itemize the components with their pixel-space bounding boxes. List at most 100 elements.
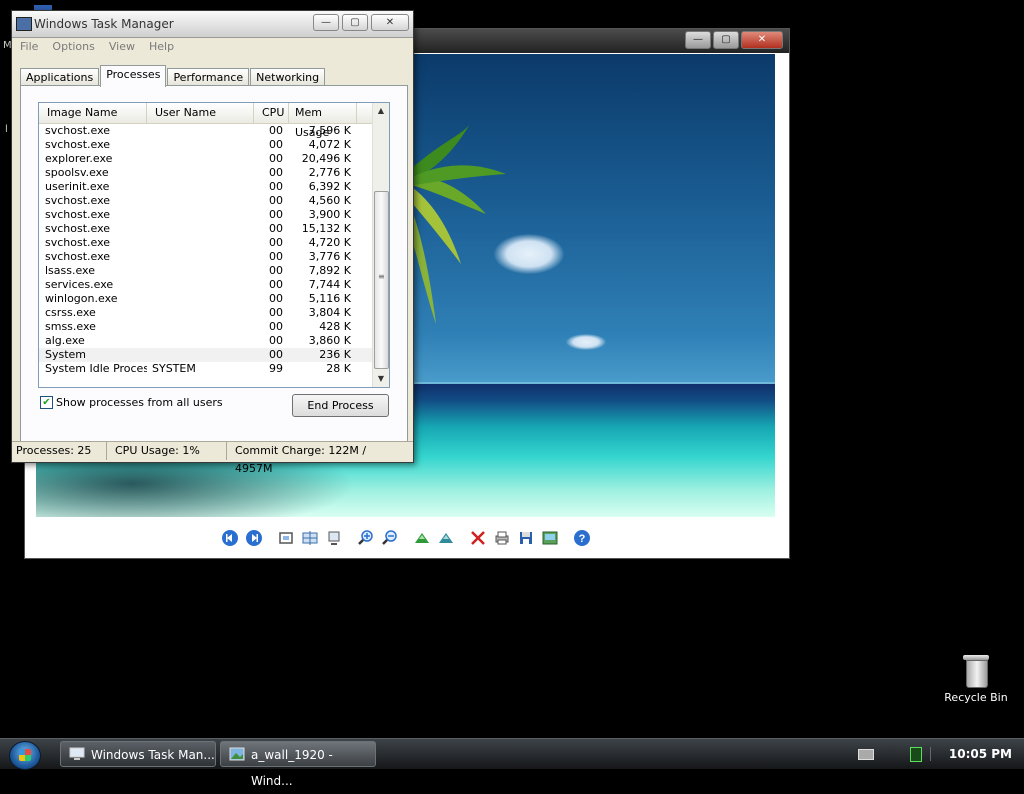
process-image-name: System Idle Process	[45, 362, 147, 375]
process-mem-usage: 6,392 K	[308, 180, 351, 193]
process-user-name: SYSTEM	[152, 362, 196, 375]
minimize-button[interactable]: —	[685, 31, 711, 49]
keyboard-icon[interactable]	[857, 748, 874, 760]
table-row[interactable]: explorer.exe 00 20,496 K	[39, 152, 372, 166]
table-row[interactable]: services.exe 00 7,744 K	[39, 278, 372, 292]
scroll-thumb[interactable]: ≡	[374, 191, 389, 369]
system-tray: 10:05 PM	[857, 741, 1024, 767]
process-user-name	[147, 138, 254, 152]
actual-size-icon[interactable]	[277, 529, 295, 547]
process-image-name: spoolsv.exe	[45, 166, 109, 179]
scroll-down-arrow[interactable]: ▼	[373, 371, 389, 387]
table-row[interactable]: svchost.exe 00 4,072 K	[39, 138, 372, 152]
process-image-name: csrss.exe	[45, 306, 96, 319]
table-row[interactable]: svchost.exe 00 7,596 K	[39, 124, 372, 138]
process-image-name: svchost.exe	[45, 236, 111, 249]
process-list[interactable]: Image Name User Name CPU Mem Usage svcho…	[38, 102, 390, 388]
menu-options[interactable]: Options	[52, 38, 94, 56]
rotate-cw-icon[interactable]	[413, 529, 431, 547]
task-manager-titlebar[interactable]: Windows Task Manager — ▢ ✕	[12, 11, 413, 38]
print-icon[interactable]	[493, 529, 511, 547]
tm-maximize-button[interactable]: ▢	[342, 14, 368, 31]
tab-processes[interactable]: Processes	[100, 65, 167, 87]
tm-close-button[interactable]: ✕	[371, 14, 409, 31]
scroll-up-arrow[interactable]: ▲	[373, 103, 389, 119]
recycle-bin-label: Recycle Bin	[944, 691, 1008, 704]
delete-icon[interactable]	[469, 529, 487, 547]
column-mem-usage[interactable]: Mem Usage	[289, 103, 357, 139]
column-cpu[interactable]: CPU	[254, 103, 289, 123]
process-mem-usage: 15,132 K	[301, 222, 351, 235]
menu-help[interactable]: Help	[149, 38, 174, 56]
process-mem-usage: 7,596 K	[308, 124, 351, 137]
menu-view[interactable]: View	[109, 38, 135, 56]
process-user-name	[147, 222, 254, 236]
process-cpu: 00	[269, 348, 283, 361]
process-cpu: 00	[269, 208, 283, 221]
table-row[interactable]: svchost.exe 00 3,900 K	[39, 208, 372, 222]
rotate-ccw-icon[interactable]	[437, 529, 455, 547]
tray-divider	[929, 747, 941, 761]
zoom-out-icon[interactable]	[381, 529, 399, 547]
previous-icon[interactable]	[221, 529, 239, 547]
process-cpu: 00	[269, 264, 283, 277]
table-row[interactable]: System 00 236 K	[39, 348, 372, 362]
process-user-name	[147, 320, 254, 334]
help-icon[interactable]: ?	[573, 529, 591, 547]
edit-icon[interactable]	[541, 529, 559, 547]
recycle-bin-icon	[963, 655, 989, 688]
process-image-name: services.exe	[45, 278, 114, 291]
process-mem-usage: 4,072 K	[308, 138, 351, 151]
process-mem-usage: 3,860 K	[308, 334, 351, 347]
zoom-in-icon[interactable]	[357, 529, 375, 547]
process-user-name	[147, 334, 254, 348]
process-user-name	[147, 306, 254, 320]
table-row[interactable]: alg.exe 00 3,860 K	[39, 334, 372, 348]
save-icon[interactable]	[517, 529, 535, 547]
table-row[interactable]: svchost.exe 00 3,776 K	[39, 250, 372, 264]
fit-icon[interactable]	[325, 529, 343, 547]
table-row[interactable]: svchost.exe 00 4,560 K	[39, 194, 372, 208]
close-button[interactable]: ✕	[741, 31, 783, 49]
start-button[interactable]	[9, 741, 41, 770]
process-list-scrollbar[interactable]: ▲ ≡ ▼	[372, 103, 389, 387]
table-row[interactable]: winlogon.exe 00 5,116 K	[39, 292, 372, 306]
table-row[interactable]: svchost.exe 00 4,720 K	[39, 236, 372, 250]
taskbar-button-photo-viewer[interactable]: a_wall_1920 - Wind...	[220, 741, 376, 788]
table-row[interactable]: lsass.exe 00 7,892 K	[39, 264, 372, 278]
process-mem-usage: 236 K	[319, 348, 351, 361]
process-list-header: Image Name User Name CPU Mem Usage	[39, 103, 372, 139]
photo-viewer-toolbar: ?	[221, 529, 591, 547]
table-row[interactable]: svchost.exe 00 15,132 K	[39, 222, 372, 236]
task-manager-window: Windows Task Manager — ▢ ✕ File Options …	[11, 10, 414, 475]
process-cpu: 00	[269, 222, 283, 235]
show-all-users-checkbox[interactable]: ✔ Show processes from all users	[40, 396, 223, 409]
column-image-name[interactable]: Image Name	[39, 103, 147, 123]
network-monitor-icon[interactable]	[909, 746, 922, 762]
maximize-button[interactable]: ▢	[713, 31, 739, 49]
process-image-name: smss.exe	[45, 320, 96, 333]
tm-minimize-button[interactable]: —	[313, 14, 339, 31]
status-cpu-usage: CPU Usage: 1%	[107, 442, 227, 460]
next-icon[interactable]	[245, 529, 263, 547]
taskbar-clock[interactable]: 10:05 PM	[949, 747, 1012, 761]
table-row[interactable]: userinit.exe 00 6,392 K	[39, 180, 372, 194]
process-mem-usage: 3,900 K	[308, 208, 351, 221]
column-user-name[interactable]: User Name	[147, 103, 254, 123]
table-row[interactable]: spoolsv.exe 00 2,776 K	[39, 166, 372, 180]
taskbar-button-task-manager[interactable]: Windows Task Man...	[60, 741, 216, 767]
slideshow-icon[interactable]	[301, 529, 319, 547]
process-cpu: 00	[269, 334, 283, 347]
recycle-bin[interactable]: Recycle Bin	[940, 655, 1012, 704]
table-row[interactable]: csrss.exe 00 3,804 K	[39, 306, 372, 320]
table-row[interactable]: smss.exe 00 428 K	[39, 320, 372, 334]
process-mem-usage: 7,744 K	[308, 278, 351, 291]
menu-file[interactable]: File	[20, 38, 38, 56]
end-process-button[interactable]: End Process	[292, 394, 389, 417]
task-manager-icon	[69, 747, 85, 760]
table-row[interactable]: System Idle Process SYSTEM 99 28 K	[39, 362, 372, 376]
taskbar-button-label: Windows Task Man...	[91, 748, 215, 762]
process-image-name: svchost.exe	[45, 250, 111, 263]
checkbox-check-icon[interactable]: ✔	[40, 396, 53, 409]
tab-strip: Applications Processes Performance Netwo…	[20, 65, 326, 87]
